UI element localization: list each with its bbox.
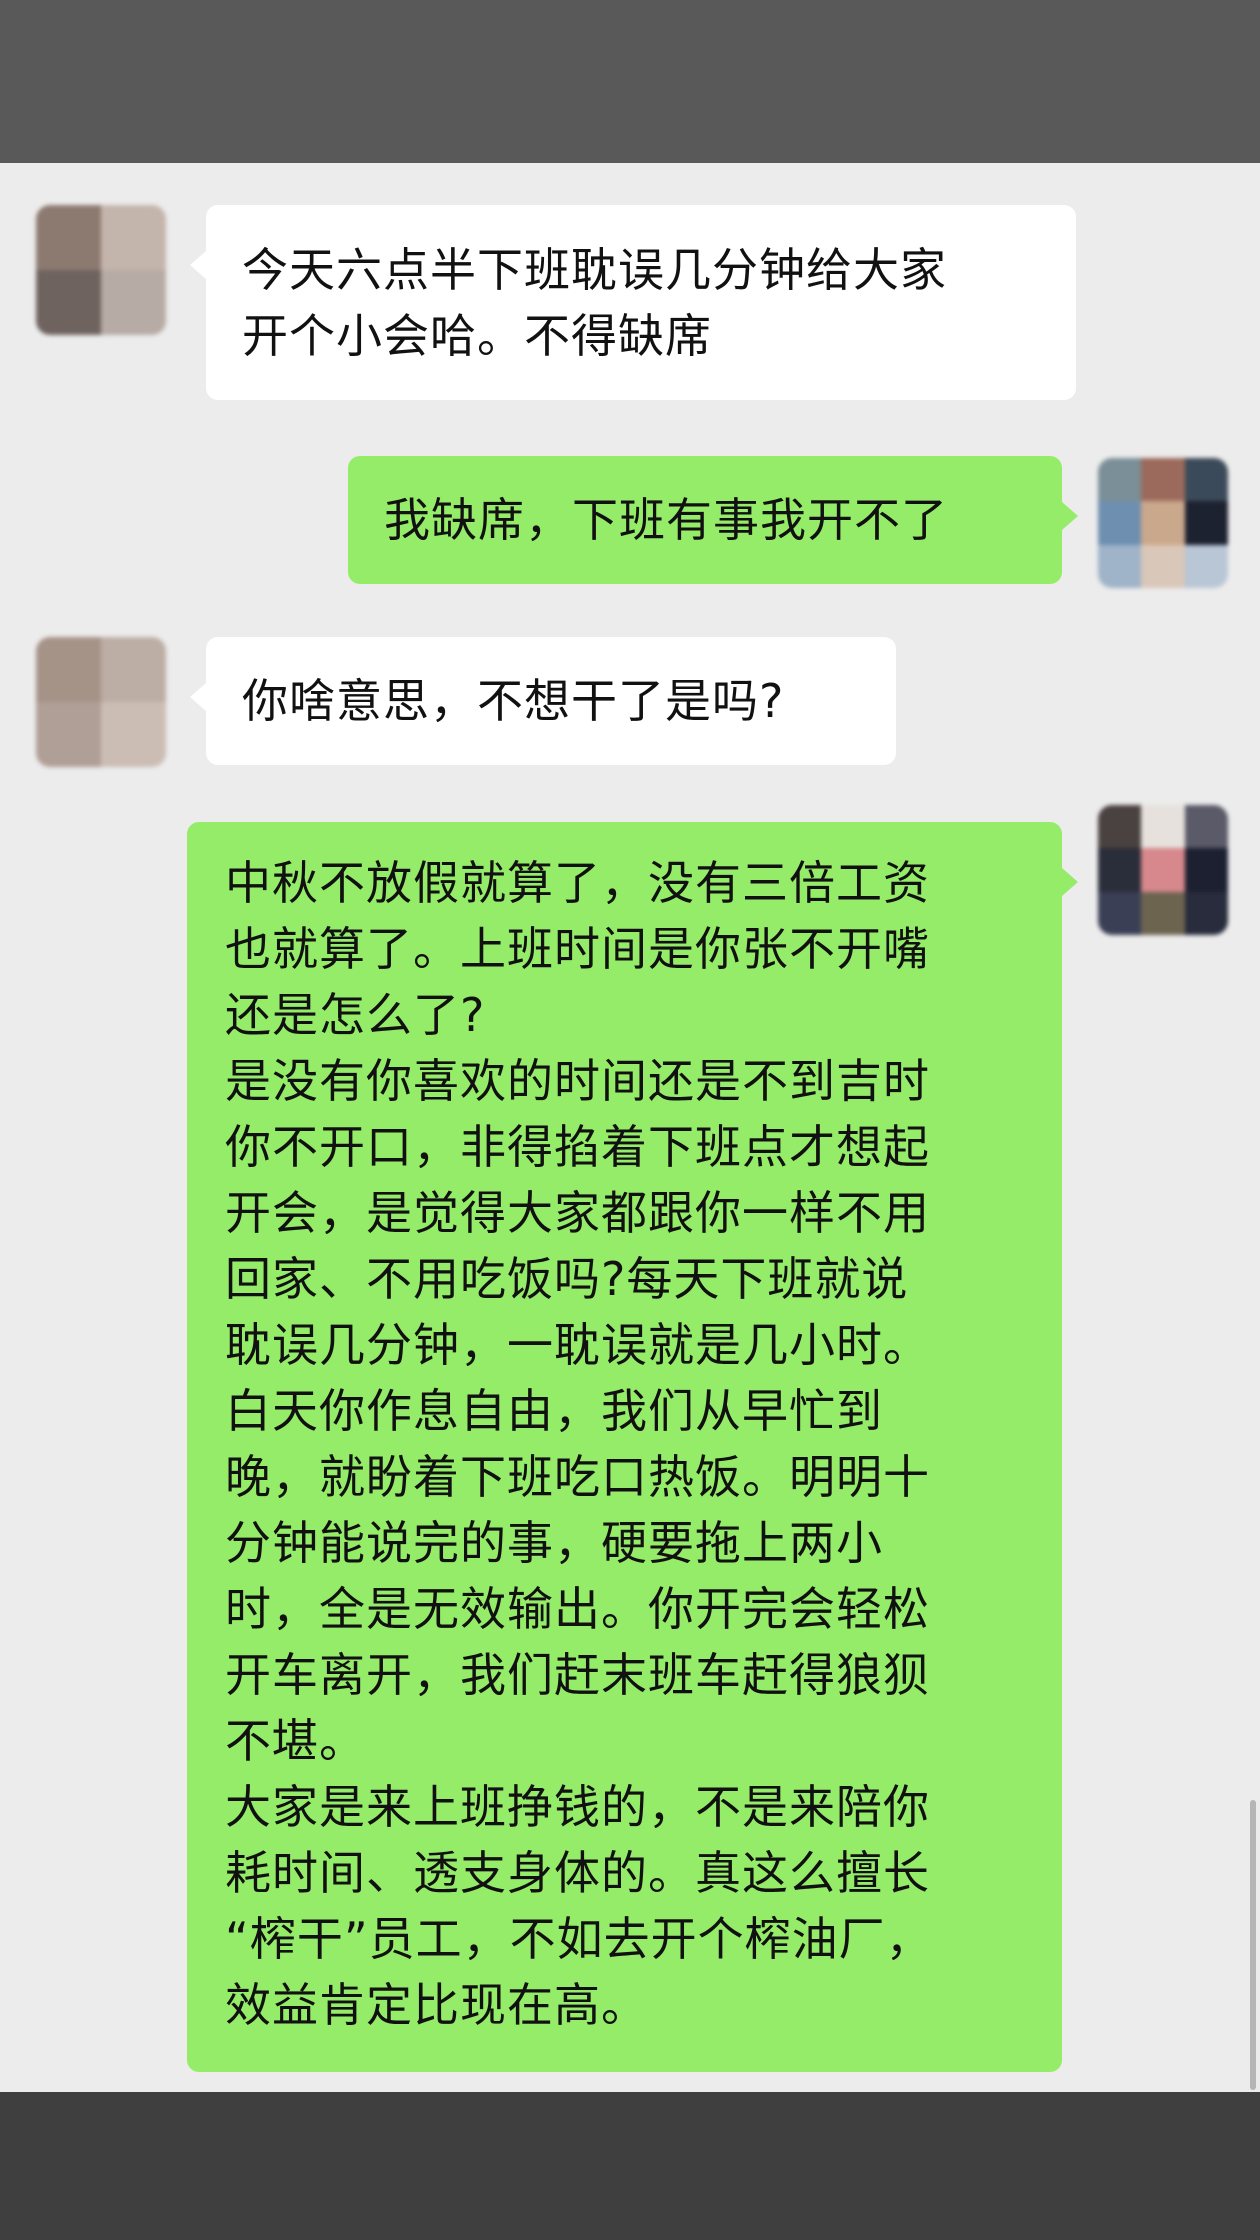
- avatar-me[interactable]: [1098, 458, 1228, 588]
- message-text: 我缺席，下班有事我开不了: [384, 493, 948, 547]
- avatar-pixel: [1141, 848, 1185, 892]
- avatar-pixel: [1184, 848, 1228, 892]
- bottom-bar: [0, 2092, 1260, 2240]
- scrollbar[interactable]: [1250, 1800, 1256, 2090]
- bubble-tail: [1062, 868, 1078, 896]
- avatar-pixel: [1098, 458, 1142, 502]
- message-text: 今天六点半下班耽误几分钟给大家 开个小会哈。不得缺席: [242, 243, 947, 363]
- message-text: 中秋不放假就算了，没有三倍工资 也就算了。上班时间是你张不开嘴 还是怎么了? 是…: [225, 856, 933, 2032]
- avatar-pixel: [36, 270, 101, 335]
- avatar-pixel: [1141, 805, 1185, 849]
- top-bar: [0, 0, 1260, 163]
- avatar-pixel: [101, 637, 166, 702]
- avatar-other[interactable]: [36, 205, 166, 335]
- avatar-pixel: [101, 205, 166, 270]
- avatar-pixel: [1141, 544, 1185, 588]
- avatar-pixel: [1141, 458, 1185, 502]
- avatar-pixel: [1184, 501, 1228, 545]
- bubble-tail: [1062, 502, 1078, 530]
- avatar-pixel: [1098, 805, 1142, 849]
- avatar-pixel: [1098, 891, 1142, 935]
- avatar-pixel: [1141, 501, 1185, 545]
- avatar-pixel: [1098, 501, 1142, 545]
- avatar-pixel: [36, 205, 101, 270]
- avatar-me[interactable]: [1098, 805, 1228, 935]
- avatar-pixel: [36, 637, 101, 702]
- avatar-pixel: [1184, 458, 1228, 502]
- avatar-pixel: [36, 702, 101, 767]
- avatar-pixel: [1098, 544, 1142, 588]
- bubble-tail: [190, 251, 206, 279]
- message-bubble-outgoing[interactable]: 我缺席，下班有事我开不了: [348, 456, 1078, 584]
- avatar-pixel: [101, 702, 166, 767]
- bubble-tail: [190, 683, 206, 711]
- avatar-other[interactable]: [36, 637, 166, 767]
- message-text: 你啥意思，不想干了是吗?: [242, 674, 785, 728]
- avatar-pixel: [1184, 891, 1228, 935]
- avatar-pixel: [1184, 805, 1228, 849]
- message-bubble-incoming[interactable]: 你啥意思，不想干了是吗?: [190, 637, 896, 765]
- chat-screen: 今天六点半下班耽误几分钟给大家 开个小会哈。不得缺席 我缺席，下班有事我开不了 …: [0, 0, 1260, 2240]
- message-bubble-outgoing[interactable]: 中秋不放假就算了，没有三倍工资 也就算了。上班时间是你张不开嘴 还是怎么了? 是…: [187, 822, 1078, 2072]
- avatar-pixel: [101, 270, 166, 335]
- avatar-pixel: [1141, 891, 1185, 935]
- avatar-pixel: [1098, 848, 1142, 892]
- avatar-pixel: [1184, 544, 1228, 588]
- message-bubble-incoming[interactable]: 今天六点半下班耽误几分钟给大家 开个小会哈。不得缺席: [190, 205, 1076, 400]
